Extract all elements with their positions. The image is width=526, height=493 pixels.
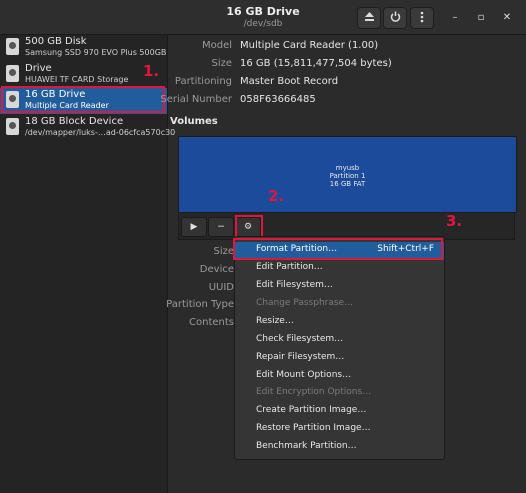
minus-icon: −	[217, 222, 225, 232]
menu-item-edit-encryption-options: Edit Encryption Options…	[235, 385, 444, 403]
power-icon	[390, 11, 401, 25]
kebab-menu-icon	[420, 11, 424, 26]
menu-item-resize[interactable]: Resize…	[235, 314, 444, 332]
delete-partition-button[interactable]: −	[208, 217, 234, 237]
mount-button[interactable]: ▶	[181, 217, 207, 237]
size-label: Size	[211, 58, 232, 69]
serial-label: Serial Number	[160, 94, 232, 105]
close-button[interactable]: ✕	[498, 8, 516, 26]
annotation-step3: 3.	[446, 212, 463, 230]
play-icon: ▶	[190, 222, 198, 232]
menu-item-repair-filesystem[interactable]: Repair Filesystem…	[235, 350, 444, 368]
maximize-icon: ▫	[477, 11, 485, 23]
partitioning-label: Partitioning	[174, 76, 232, 87]
menu-item-edit-mount-options[interactable]: Edit Mount Options…	[235, 368, 444, 386]
partition-name: myusb	[335, 164, 360, 172]
menu-item-edit-partition[interactable]: Edit Partition…	[235, 260, 444, 278]
eject-icon	[364, 11, 375, 25]
partition-desc: 16 GB FAT	[329, 180, 366, 188]
menu-item-label: Resize…	[256, 316, 294, 326]
menu-item-edit-filesystem[interactable]: Edit Filesystem…	[235, 278, 444, 296]
drive-description: /dev/mapper/luks-…ad-06cfca570c30	[25, 128, 176, 137]
volume-contents-label: Contents	[189, 317, 234, 328]
partition-number: Partition 1	[329, 172, 366, 180]
minimize-button[interactable]: –	[446, 8, 464, 26]
menu-item-label: Edit Filesystem…	[256, 280, 333, 290]
model-label: Model	[201, 40, 232, 51]
menu-item-label: Edit Mount Options…	[256, 370, 352, 380]
volume-uuid-label: UUID	[208, 282, 234, 293]
partitioning-value: Master Boot Record	[240, 76, 339, 87]
menu-item-check-filesystem[interactable]: Check Filesystem…	[235, 332, 444, 350]
volume-partition-type-label: Partition Type	[166, 299, 234, 310]
maximize-button[interactable]: ▫	[472, 8, 490, 26]
drive-name: 18 GB Block Device	[25, 116, 124, 127]
size-value: 16 GB (15,811,477,504 bytes)	[240, 58, 392, 69]
menu-item-restore-partition-image[interactable]: Restore Partition Image…	[235, 421, 444, 439]
menu-item-label: Create Partition Image…	[256, 405, 367, 415]
menu-item-label: Restore Partition Image…	[256, 423, 371, 433]
menu-item-create-partition-image[interactable]: Create Partition Image…	[235, 403, 444, 421]
drive-menu-button[interactable]	[410, 7, 434, 29]
serial-value: 058F63666485	[240, 94, 316, 105]
annotation-box-step3	[233, 238, 443, 260]
annotation-step2: 2.	[268, 187, 285, 205]
drive-item-18gb-block-device[interactable]: 18 GB Block Device /dev/mapper/luks-…ad-…	[0, 115, 175, 141]
menu-item-label: Edit Partition…	[256, 262, 323, 272]
menu-item-label: Benchmark Partition…	[256, 441, 357, 451]
minimize-icon: –	[452, 11, 458, 23]
volume-map: myusb Partition 1 16 GB FAT	[178, 136, 517, 213]
menu-item-label: Check Filesystem…	[256, 334, 344, 344]
model-value: Multiple Card Reader (1.00)	[240, 40, 379, 51]
menu-item-change-passphrase: Change Passphrase…	[235, 296, 444, 314]
disk-icon	[6, 118, 19, 135]
volume-size-label: Size	[213, 246, 234, 257]
power-off-button[interactable]	[383, 7, 407, 29]
eject-button[interactable]	[357, 7, 381, 29]
menu-item-label: Edit Encryption Options…	[256, 387, 372, 397]
menu-item-label: Change Passphrase…	[256, 298, 354, 308]
menu-item-benchmark-partition[interactable]: Benchmark Partition…	[235, 439, 444, 457]
header-bar: 16 GB Drive /dev/sdb – ▫ ✕	[0, 0, 526, 35]
volume-device-label: Device	[199, 264, 234, 275]
partition-options-menu: Format Partition… Shift+Ctrl+F Edit Part…	[234, 236, 445, 460]
menu-item-label: Repair Filesystem…	[256, 352, 345, 362]
volumes-heading: Volumes	[170, 116, 218, 127]
partition-block[interactable]: myusb Partition 1 16 GB FAT	[179, 137, 516, 212]
close-icon: ✕	[502, 11, 512, 23]
